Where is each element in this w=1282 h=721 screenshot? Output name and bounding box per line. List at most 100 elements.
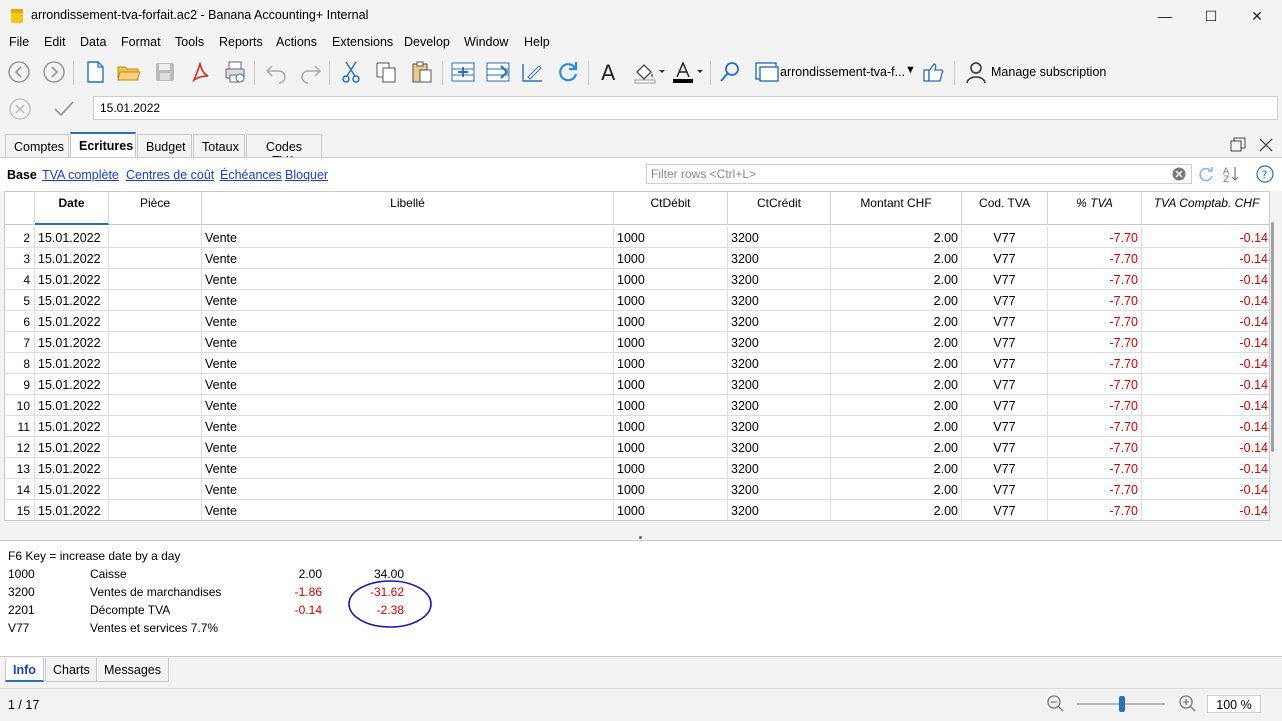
cell-montant[interactable]: 2.00 — [831, 269, 962, 290]
cell-pct-tva[interactable]: -7.70 — [1048, 416, 1142, 437]
cell-ctdebit[interactable]: 1000 — [614, 437, 728, 458]
cell-cod-tva[interactable]: V77 — [962, 500, 1048, 520]
vertical-scrollbar[interactable] — [1271, 222, 1274, 452]
cell-ctdebit[interactable]: 1000 — [614, 416, 728, 437]
cell-tva-comptab[interactable]: -0.14 — [1142, 269, 1269, 290]
cell-date[interactable]: 15.01.2022 — [35, 437, 109, 458]
cell-date[interactable]: 15.01.2022 — [35, 458, 109, 479]
cell-piece[interactable] — [109, 416, 202, 437]
cell-piece[interactable] — [109, 374, 202, 395]
cell-libelle[interactable]: Vente — [202, 248, 614, 269]
tab-totaux[interactable]: Totaux — [193, 134, 245, 158]
open-folder-icon[interactable] — [115, 58, 143, 86]
table-row[interactable]: 15 15.01.2022 Vente 1000 3200 2.00 V77 -7.70 -0.… — [5, 500, 1269, 520]
table-row[interactable]: 2 15.01.2022 Vente 1000 3200 2.00 V77 -7.70 -0.1… — [5, 227, 1269, 248]
cell-ctdebit[interactable]: 1000 — [614, 227, 728, 248]
cell-tva-comptab[interactable]: -0.14 — [1142, 416, 1269, 437]
cell-ctdebit[interactable]: 1000 — [614, 353, 728, 374]
duplicate-rows-icon[interactable] — [484, 58, 512, 86]
menu-data[interactable]: Data — [80, 35, 106, 49]
cell-piece[interactable] — [109, 458, 202, 479]
cell-montant[interactable]: 2.00 — [831, 227, 962, 248]
menu-help[interactable]: Help — [524, 35, 550, 49]
cell-tva-comptab[interactable]: -0.14 — [1142, 332, 1269, 353]
cell-date[interactable]: 15.01.2022 — [35, 332, 109, 353]
cell-libelle[interactable]: Vente — [202, 416, 614, 437]
cell-montant[interactable]: 2.00 — [831, 353, 962, 374]
cell-tva-comptab[interactable]: -0.14 — [1142, 437, 1269, 458]
cell-libelle[interactable]: Vente — [202, 227, 614, 248]
cell-date[interactable]: 15.01.2022 — [35, 500, 109, 520]
cell-cod-tva[interactable]: V77 — [962, 227, 1048, 248]
col-header-libelle[interactable]: Libellé — [202, 192, 614, 225]
menu-reports[interactable]: Reports — [219, 35, 263, 49]
cell-pct-tva[interactable]: -7.70 — [1048, 374, 1142, 395]
cell-piece[interactable] — [109, 290, 202, 311]
table-row[interactable]: 7 15.01.2022 Vente 1000 3200 2.00 V77 -7.70 -0.1… — [5, 332, 1269, 353]
table-row[interactable]: 6 15.01.2022 Vente 1000 3200 2.00 V77 -7.70 -0.1… — [5, 311, 1269, 332]
cell-montant[interactable]: 2.00 — [831, 374, 962, 395]
cell-tva-comptab[interactable]: -0.14 — [1142, 458, 1269, 479]
cell-montant[interactable]: 2.00 — [831, 500, 962, 520]
cell-ctdebit[interactable]: 1000 — [614, 311, 728, 332]
cell-date[interactable]: 15.01.2022 — [35, 269, 109, 290]
view-base[interactable]: Base — [7, 168, 37, 182]
cell-cod-tva[interactable]: V77 — [962, 248, 1048, 269]
zoom-in-icon[interactable] — [1178, 694, 1196, 712]
cell-ctcredit[interactable]: 3200 — [728, 500, 831, 520]
cell-date[interactable]: 15.01.2022 — [35, 248, 109, 269]
cell-pct-tva[interactable]: -7.70 — [1048, 332, 1142, 353]
cell-pct-tva[interactable]: -7.70 — [1048, 395, 1142, 416]
cell-tva-comptab[interactable]: -0.14 — [1142, 227, 1269, 248]
table-row[interactable]: 3 15.01.2022 Vente 1000 3200 2.00 V77 -7.70 -0.1… — [5, 248, 1269, 269]
splitter-handle[interactable] — [639, 536, 642, 539]
clear-filter-icon[interactable] — [1172, 167, 1186, 181]
cell-cod-tva[interactable]: V77 — [962, 269, 1048, 290]
cell-ctcredit[interactable]: 3200 — [728, 374, 831, 395]
cell-date[interactable]: 15.01.2022 — [35, 395, 109, 416]
cell-ctdebit[interactable]: 1000 — [614, 332, 728, 353]
cell-ctdebit[interactable]: 1000 — [614, 248, 728, 269]
file-selector[interactable]: arrondissement-tva-f... — [780, 65, 905, 79]
cell-montant[interactable]: 2.00 — [831, 332, 962, 353]
col-header-ctcredit[interactable]: CtCrédit — [728, 192, 831, 225]
cell-montant[interactable]: 2.00 — [831, 311, 962, 332]
refresh-filter-icon[interactable] — [1197, 165, 1215, 183]
cell-ctdebit[interactable]: 1000 — [614, 395, 728, 416]
chevron-down-icon[interactable]: ▼ — [905, 64, 916, 76]
maximize-button[interactable]: ☐ — [1188, 0, 1234, 32]
cell-montant[interactable]: 2.00 — [831, 437, 962, 458]
cell-piece[interactable] — [109, 353, 202, 374]
cell-libelle[interactable]: Vente — [202, 500, 614, 520]
cell-pct-tva[interactable]: -7.70 — [1048, 353, 1142, 374]
cell-ctcredit[interactable]: 3200 — [728, 479, 831, 500]
cell-ctcredit[interactable]: 3200 — [728, 395, 831, 416]
cell-tva-comptab[interactable]: -0.14 — [1142, 290, 1269, 311]
cell-cod-tva[interactable]: V77 — [962, 437, 1048, 458]
minimize-button[interactable]: — — [1142, 0, 1188, 32]
zoom-slider-handle[interactable] — [1119, 696, 1125, 712]
confirm-edit-icon[interactable] — [52, 97, 76, 121]
fill-color-icon[interactable] — [632, 58, 668, 86]
col-header-cod-tva[interactable]: Cod. TVA — [962, 192, 1048, 225]
cell-tva-comptab[interactable]: -0.14 — [1142, 311, 1269, 332]
cell-piece[interactable] — [109, 437, 202, 458]
view-tva-complete[interactable]: TVA complète — [42, 168, 119, 182]
cell-editor-input[interactable]: 15.01.2022 — [93, 96, 1278, 120]
pdf-icon[interactable] — [186, 58, 214, 86]
cut-icon[interactable] — [337, 58, 365, 86]
cell-ctcredit[interactable]: 3200 — [728, 248, 831, 269]
close-button[interactable]: ✕ — [1234, 0, 1280, 32]
cell-tva-comptab[interactable]: -0.14 — [1142, 500, 1269, 520]
print-preview-icon[interactable] — [221, 58, 249, 86]
cell-piece[interactable] — [109, 500, 202, 520]
tab-ecritures[interactable]: Ecritures — [70, 132, 136, 158]
cell-ctcredit[interactable]: 3200 — [728, 227, 831, 248]
table-row[interactable]: 10 15.01.2022 Vente 1000 3200 2.00 V77 -7.70 -0.… — [5, 395, 1269, 416]
manage-subscription-button[interactable]: Manage subscription — [991, 65, 1106, 79]
user-icon[interactable] — [962, 58, 990, 86]
font-icon[interactable]: A — [595, 58, 623, 86]
cell-libelle[interactable]: Vente — [202, 458, 614, 479]
copy-icon[interactable] — [372, 58, 400, 86]
cell-ctcredit[interactable]: 3200 — [728, 458, 831, 479]
